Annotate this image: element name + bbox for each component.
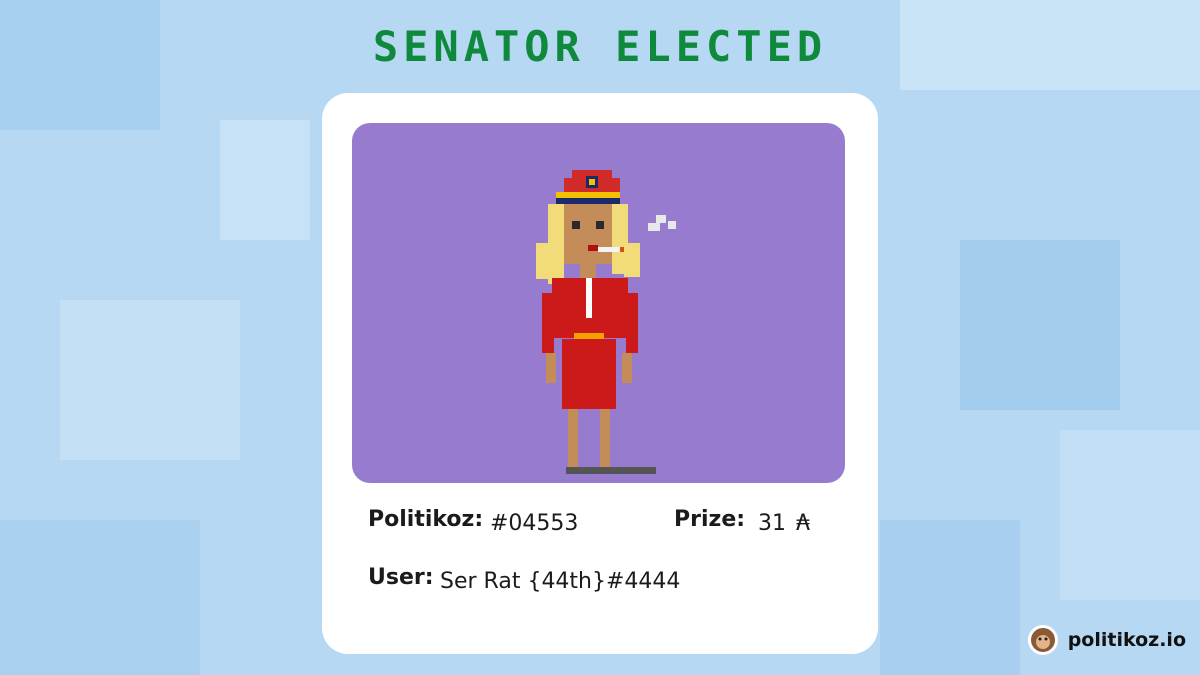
bg-tile — [960, 240, 1120, 410]
pixel-character — [352, 123, 845, 483]
user-label: User: — [368, 565, 434, 590]
prize-label: Prize: — [674, 507, 746, 532]
user-name: Ser Rat {44th}#4444 — [440, 569, 681, 594]
bg-tile — [60, 300, 240, 460]
bg-tile — [880, 520, 1020, 675]
page-title: SENATOR ELECTED — [372, 22, 828, 71]
site-branding: politikoz.io — [1027, 625, 1186, 655]
politikoz-id: #04553 — [490, 511, 579, 536]
character-art — [352, 123, 845, 483]
bg-tile — [220, 120, 310, 240]
bg-tile — [0, 520, 200, 675]
ada-icon: ₳ — [796, 511, 810, 536]
site-url[interactable]: politikoz.io — [1068, 629, 1186, 651]
monkey-avatar-icon — [1027, 625, 1058, 655]
politikoz-label: Politikoz: — [368, 507, 484, 532]
bg-tile — [1060, 430, 1200, 600]
prize-value: 31 — [758, 511, 786, 536]
nft-card: Politikoz: #04553 Prize: 31 ₳ User: Ser … — [322, 93, 878, 654]
